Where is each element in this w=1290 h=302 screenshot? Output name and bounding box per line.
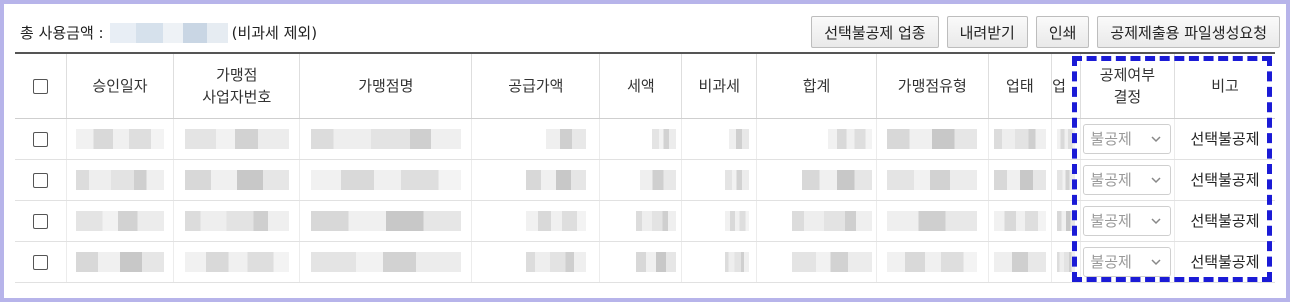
chevron-down-icon [1151,258,1161,265]
masked-cell [545,128,586,149]
masked-cell [993,169,1046,190]
masked-cell [310,210,461,231]
masked-cell [184,169,289,190]
masked-cell [729,128,750,149]
select-all-checkbox[interactable] [32,78,48,94]
masked-cell [993,210,1046,231]
header-merchant-bizno: 가맹점사업자번호 [173,52,301,119]
masked-cell [887,251,978,272]
action-buttons: 선택불공제 업종 내려받기 인쇄 공제제출용 파일생성요청 [811,16,1280,48]
deduction-select-value: 불공제 [1090,212,1132,230]
table-row: 불공제 선택불공제 [15,241,1275,283]
masked-cell [635,210,676,231]
remark-text: 선택불공제 [1190,212,1260,230]
header-business-type: 업태 [988,52,1053,119]
masked-cell [310,128,461,149]
masked-cell [887,169,978,190]
total-amount-label: 총 사용금액 : [20,24,104,42]
masked-cell [725,169,750,190]
masked-cell [725,210,750,231]
masked-cell [993,128,1046,149]
header-merchant-bizno-line2: 사업자번호 [202,87,272,106]
deduction-select[interactable]: 불공제 [1083,164,1172,195]
masked-cell [310,169,461,190]
masked-cell [525,169,586,190]
request-deduction-file-button[interactable]: 공제제출용 파일생성요청 [1097,16,1280,48]
deduction-select-value: 불공제 [1090,130,1132,148]
masked-cell [639,169,676,190]
header-merchant-bizno-line1: 가맹점 [216,65,258,84]
masked-cell [791,251,872,272]
deduction-select[interactable]: 불공제 [1083,205,1172,236]
chevron-down-icon [1151,135,1161,142]
masked-cell [827,128,872,149]
header-merchant-type: 가맹점유형 [876,52,989,119]
download-button[interactable]: 내려받기 [946,16,1028,48]
header-nontaxable: 비과세 [681,52,758,119]
remark-text: 선택불공제 [1190,171,1260,189]
header-merchant-name: 가맹점명 [299,52,473,119]
deduction-select[interactable]: 불공제 [1083,123,1172,154]
chevron-down-icon [1151,217,1161,224]
remark-text: 선택불공제 [1190,130,1260,148]
table-row: 불공제 선택불공제 [15,118,1275,160]
row-checkbox[interactable] [32,172,48,188]
masked-cell [635,251,676,272]
masked-cell [525,251,586,272]
transactions-table: 승인일자 가맹점 사업자번호 가맹점명 공급가액 세액 비과세 합계 가맹점유형 … [15,52,1275,283]
deduction-select-value: 불공제 [1090,253,1132,271]
masked-cell [725,251,750,272]
masked-cell [184,251,289,272]
header-remarks: 비고 [1174,52,1275,119]
row-checkbox[interactable] [32,254,48,270]
print-button[interactable]: 인쇄 [1035,16,1090,48]
table-header-row: 승인일자 가맹점 사업자번호 가맹점명 공급가액 세액 비과세 합계 가맹점유형 … [15,52,1275,119]
row-checkbox[interactable] [32,213,48,229]
header-approval-date: 승인일자 [66,52,175,119]
header-tax: 세액 [599,52,683,119]
table-row: 불공제 선택불공제 [15,200,1275,242]
select-all-header [15,52,67,119]
header-total: 합계 [756,52,877,119]
masked-cell [1056,128,1075,149]
masked-cell [1056,251,1075,272]
header-business-item: 업 [1051,52,1081,119]
masked-cell [310,251,461,272]
masked-cell [801,169,872,190]
masked-cell [993,251,1046,272]
masked-cell [75,169,164,190]
masked-cell [651,128,676,149]
masked-cell [887,210,978,231]
summary-toolbar: 총 사용금액 : (비과세 제외) 선택불공제 업종 내려받기 인쇄 공제제출용… [16,16,1280,50]
deduction-select[interactable]: 불공제 [1083,246,1172,277]
masked-cell [791,210,872,231]
total-amount-value-masked [109,22,228,43]
table-row: 불공제 선택불공제 [15,159,1275,201]
header-deduction-line2: 결정 [1113,87,1142,106]
masked-cell [75,210,164,231]
total-amount: 총 사용금액 : (비과세 제외) [20,22,317,43]
masked-cell [1056,169,1075,190]
masked-cell [75,251,164,272]
masked-cell [184,210,289,231]
total-amount-note: (비과세 제외) [231,24,318,42]
header-deduction-decision: 공제여부결정 [1080,52,1176,119]
masked-cell [1056,210,1075,231]
remark-text: 선택불공제 [1190,253,1260,271]
masked-cell [525,210,586,231]
row-checkbox[interactable] [32,131,48,147]
header-deduction-line1: 공제여부 [1099,65,1155,84]
masked-cell [887,128,978,149]
deduction-select-value: 불공제 [1090,171,1132,189]
selective-nondeduction-industry-button[interactable]: 선택불공제 업종 [811,16,939,48]
masked-cell [75,128,164,149]
header-supply-amount: 공급가액 [471,52,601,119]
masked-cell [184,128,289,149]
chevron-down-icon [1151,176,1161,183]
